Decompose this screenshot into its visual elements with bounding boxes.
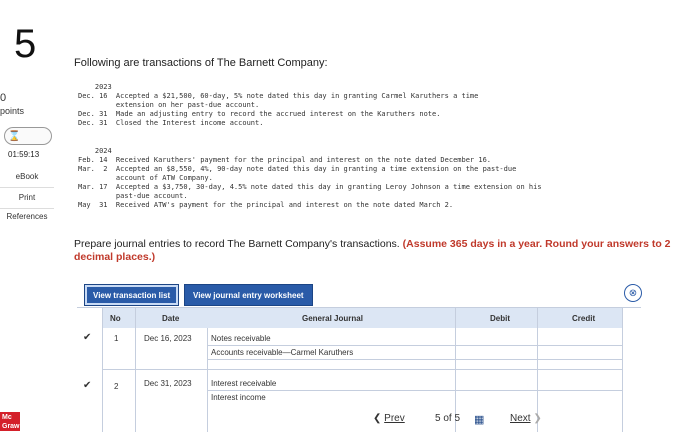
prev-label: Prev [384, 413, 405, 424]
print-link[interactable]: Print [0, 193, 54, 209]
row2-no: 2 [114, 382, 119, 391]
prev-button[interactable]: ❮ Prev [373, 413, 405, 424]
transactions-2023: 2023 Dec. 16 Accepted a $21,500, 60-day,… [78, 83, 479, 127]
grid-line [622, 308, 623, 432]
close-icon[interactable]: ⊗ [624, 284, 642, 302]
timer-value: 01:59:13 [8, 150, 40, 159]
question-number: 5 [14, 22, 37, 66]
grid-line [207, 359, 622, 360]
ebook-link[interactable]: eBook [0, 172, 54, 188]
row2-account-2: Interest income [211, 393, 266, 402]
points-value: 0 [0, 92, 7, 104]
general-journal-table: No Date General Journal Debit Credit ✔ 1… [77, 307, 641, 432]
check-icon: ✔ [83, 380, 92, 391]
header-debit: Debit [490, 314, 510, 323]
header-credit: Credit [572, 314, 596, 323]
row1-date: Dec 16, 2023 [144, 334, 192, 343]
instructions-text: Prepare journal entries to record The Ba… [74, 238, 400, 250]
header-general-journal: General Journal [302, 314, 363, 323]
row1-account-1: Notes receivable [211, 334, 271, 343]
question-intro: Following are transactions of The Barnet… [74, 57, 328, 69]
question-grid-icon[interactable]: ▦ [474, 413, 484, 426]
grid-line [135, 308, 136, 432]
row1-no: 1 [114, 334, 119, 343]
grid-line [207, 390, 622, 391]
transactions-2024: 2024 Feb. 14 Received Karuthers' payment… [78, 147, 542, 209]
chevron-right-icon: ❯ [530, 413, 542, 424]
points-label: points [0, 106, 25, 116]
hourglass-icon: ⌛ [8, 131, 21, 142]
check-icon: ✔ [83, 332, 92, 343]
row2-date: Dec 31, 2023 [144, 379, 192, 388]
mcgraw-logo: Mc Graw [0, 412, 20, 431]
instructions: Prepare journal entries to record The Ba… [74, 238, 694, 264]
grid-line [207, 328, 208, 432]
tab-view-journal-worksheet[interactable]: View journal entry worksheet [184, 284, 313, 306]
next-label: Next [510, 413, 531, 424]
timer[interactable]: ⌛ 01:59:13 [4, 127, 52, 159]
references-link[interactable]: References [0, 212, 54, 221]
row2-account-1: Interest receivable [211, 379, 277, 388]
journal-header: No Date General Journal Debit Credit [102, 308, 622, 328]
tab-view-transaction-list[interactable]: View transaction list [84, 284, 180, 306]
header-no: No [110, 314, 121, 323]
chevron-left-icon: ❮ [373, 413, 385, 424]
header-date: Date [162, 314, 180, 323]
grid-line [207, 345, 622, 346]
grid-line [102, 308, 103, 432]
left-sidebar: 5 0 points ⌛ 01:59:13 eBook Print Referen… [0, 0, 58, 431]
next-button[interactable]: Next ❯ [510, 413, 542, 424]
question-position: 5 of 5 [435, 413, 461, 424]
row1-account-2: Accounts receivable—Carmel Karuthers [211, 348, 354, 357]
grid-line [102, 369, 622, 370]
